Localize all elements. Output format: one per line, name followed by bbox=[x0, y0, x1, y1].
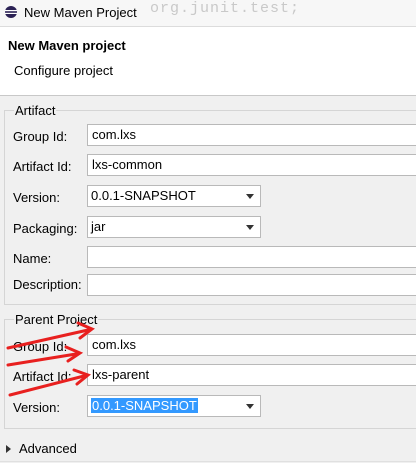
chevron-down-icon[interactable] bbox=[246, 225, 254, 230]
version-value: 0.0.1-SNAPSHOT bbox=[91, 188, 196, 203]
parent-group-id-field[interactable]: com.lxs bbox=[87, 334, 416, 356]
description-field[interactable] bbox=[87, 274, 416, 296]
wizard-header: New Maven project Configure project bbox=[0, 27, 416, 96]
group-id-field[interactable]: com.lxs bbox=[87, 124, 416, 146]
parent-version-label: Version: bbox=[13, 400, 60, 415]
chevron-down-icon[interactable] bbox=[246, 194, 254, 199]
name-label: Name: bbox=[13, 251, 52, 266]
packaging-label: Packaging: bbox=[13, 221, 78, 236]
version-label: Version: bbox=[13, 190, 60, 205]
artifact-id-field[interactable]: lxs-common bbox=[87, 154, 416, 176]
parent-version-value: 0.0.1-SNAPSHOT bbox=[91, 398, 198, 413]
group-id-label: Group Id: bbox=[13, 129, 68, 144]
parent-version-combo[interactable]: 0.0.1-SNAPSHOT bbox=[87, 395, 261, 417]
parent-artifact-id-label: Artifact Id: bbox=[13, 369, 72, 384]
window-title: New Maven Project bbox=[24, 5, 137, 20]
eclipse-icon bbox=[5, 6, 17, 18]
packaging-combo[interactable]: jar bbox=[87, 216, 261, 238]
description-label: Description: bbox=[13, 277, 82, 292]
version-combo[interactable]: 0.0.1-SNAPSHOT bbox=[87, 185, 261, 207]
page-subtitle: Configure project bbox=[14, 63, 113, 78]
advanced-toggle[interactable]: Advanced bbox=[6, 441, 77, 456]
page-title: New Maven project bbox=[8, 38, 126, 53]
parent-artifact-id-field[interactable]: lxs-parent bbox=[87, 364, 416, 386]
artifact-group-label: Artifact bbox=[14, 103, 57, 118]
advanced-label: Advanced bbox=[19, 441, 77, 456]
name-field[interactable] bbox=[87, 246, 416, 268]
parent-group-id-label: Group Id: bbox=[13, 339, 68, 354]
background-editor-text: org.junit.test; bbox=[150, 0, 301, 17]
chevron-down-icon[interactable] bbox=[246, 404, 254, 409]
packaging-value: jar bbox=[91, 219, 106, 234]
artifact-id-label: Artifact Id: bbox=[13, 159, 72, 174]
chevron-right-icon[interactable] bbox=[6, 445, 11, 453]
title-bar: New Maven Project org.junit.test; bbox=[0, 0, 416, 27]
divider bbox=[0, 461, 416, 462]
parent-project-group-label: Parent Project bbox=[14, 312, 99, 327]
